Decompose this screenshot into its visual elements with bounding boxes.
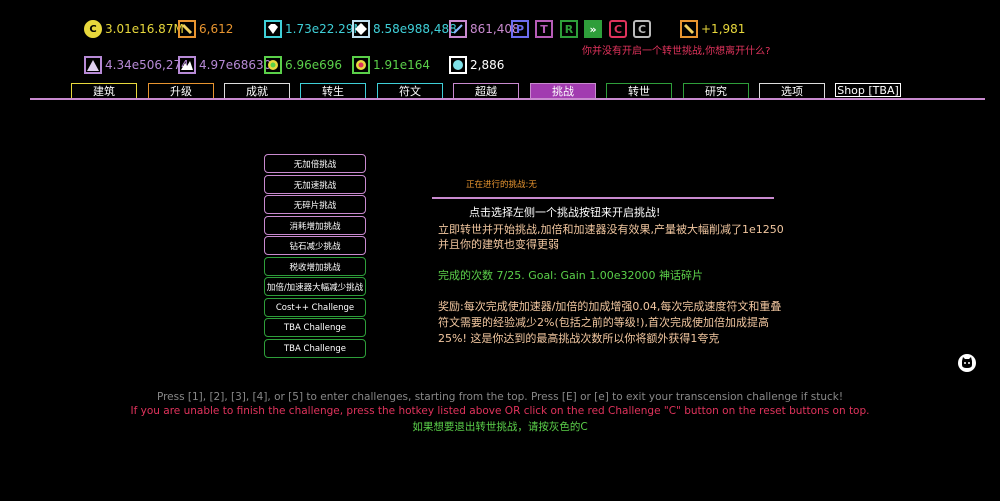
- shard-icon: [352, 20, 370, 38]
- challenge-reward-line3: 25%! 这是你达到的最高挑战次数所以你将额外获得1夸克: [438, 332, 720, 345]
- reset-button-challenge-red[interactable]: C: [609, 20, 627, 38]
- challenge-reward-line2: 符文需要的经验减少2%(包括之前的等级!),首次完成使加倍加成提高: [438, 316, 769, 329]
- white-orb-value: 2,886: [470, 58, 505, 72]
- red-orb-icon: [352, 56, 370, 74]
- reset-button-p[interactable]: P: [511, 20, 529, 38]
- tab-shop[interactable]: Shop [TBA]: [835, 83, 901, 97]
- reset-button-challenge-gray[interactable]: C: [633, 20, 651, 38]
- challenge-button-6[interactable]: 税收增加挑战: [264, 257, 366, 276]
- crystal-icon: [84, 56, 102, 74]
- red-orb-display: 1.91e164: [352, 54, 430, 76]
- reset-button-t[interactable]: T: [535, 20, 553, 38]
- gold-value: 3.01e16.87M: [105, 22, 184, 36]
- challenge-reward-line1: 奖励:每次完成使加速器/加倍的加成增强0.04,每次完成速度符文和重叠: [438, 300, 782, 313]
- challenge-completions: 完成的次数 7/25. Goal: Gain 1.00e32000 神话碎片: [438, 269, 703, 282]
- diamond-display: 1.73e22.29M: [264, 18, 364, 40]
- exit-instructions-cn: 如果想要退出转世挑战，请按灰色的C: [412, 421, 588, 433]
- tab-reincarnation[interactable]: 转世: [606, 83, 672, 98]
- challenge-button-9[interactable]: TBA Challenge: [264, 318, 366, 337]
- challenge-button-4[interactable]: 消耗增加挑战: [264, 216, 366, 235]
- challenge-button-8[interactable]: Cost++ Challenge: [264, 298, 366, 317]
- red-orb-value: 1.91e164: [373, 58, 431, 72]
- tab-upgrades[interactable]: 升级: [148, 83, 214, 98]
- tab-divider: [30, 98, 985, 100]
- log-icon: [178, 20, 196, 38]
- gold-display: C 3.01e16.87M: [84, 18, 184, 40]
- tab-prestige[interactable]: 转生: [300, 83, 366, 98]
- shard-display: 8.58e988,488: [352, 18, 457, 40]
- mountain-icon: [178, 56, 196, 74]
- tab-buildings[interactable]: 建筑: [71, 83, 137, 98]
- warning-text: 你并没有开启一个转世挑战,你想离开什么?: [582, 46, 771, 57]
- reset-button-r[interactable]: R: [560, 20, 578, 38]
- mana-display: 861,408: [449, 18, 520, 40]
- panel-divider: [432, 197, 774, 199]
- diamond-icon: [264, 20, 282, 38]
- coin-icon: C: [84, 20, 102, 38]
- tab-settings[interactable]: 选项: [759, 83, 825, 98]
- tab-runes[interactable]: 符文: [377, 83, 443, 98]
- tab-transcend[interactable]: 超越: [453, 83, 519, 98]
- wand-icon: [449, 20, 467, 38]
- challenge-button-1[interactable]: 无加倍挑战: [264, 154, 366, 173]
- green-orb-value: 6.96e696: [285, 58, 343, 72]
- challenge-description-line1: 立即转世并开始挑战,加倍和加速器没有效果,产量被大幅削减了1e1250: [438, 223, 784, 236]
- mountain-value: 4.97e68630: [199, 58, 272, 72]
- plus-value: +1,981: [701, 22, 746, 36]
- white-orb-display: 2,886: [449, 54, 504, 76]
- green-orb-display: 6.96e696: [264, 54, 342, 76]
- white-orb-icon: [449, 56, 467, 74]
- mountain-display: 4.97e68630: [178, 54, 271, 76]
- challenge-hint: 点击选择左侧一个挑战按钮来开启挑战!: [469, 206, 661, 219]
- crystal-value: 4.34e506,274: [105, 58, 189, 72]
- tab-achievements[interactable]: 成就: [224, 83, 290, 98]
- exit-instructions: If you are unable to finish the challeng…: [130, 405, 870, 417]
- tab-challenges[interactable]: 挑战: [530, 83, 596, 98]
- challenge-button-3[interactable]: 无碎片挑战: [264, 195, 366, 214]
- wood-value: 6,612: [199, 22, 234, 36]
- green-orb-icon: [264, 56, 282, 74]
- challenge-button-10[interactable]: TBA Challenge: [264, 339, 366, 358]
- wood-display: 6,612: [178, 18, 233, 40]
- shard-value: 8.58e988,488: [373, 22, 457, 36]
- challenge-description-line2: 并且你的建筑也变得更弱: [438, 238, 559, 251]
- current-challenge-status: 正在进行的挑战:无: [466, 180, 537, 190]
- challenge-button-5[interactable]: 钻石减少挑战: [264, 236, 366, 255]
- plus-display: +1,981: [680, 18, 745, 40]
- github-cat-icon[interactable]: [958, 354, 976, 372]
- reset-button-transcend[interactable]: »: [584, 20, 602, 38]
- challenge-button-2[interactable]: 无加速挑战: [264, 175, 366, 194]
- crystal-display: 4.34e506,274: [84, 54, 189, 76]
- challenge-button-7[interactable]: 加倍/加速器大幅减少挑战: [264, 277, 366, 296]
- tab-research[interactable]: 研究: [683, 83, 749, 98]
- hotkey-instructions: Press [1], [2], [3], [4], or [5] to ente…: [156, 391, 844, 403]
- log-icon: [680, 20, 698, 38]
